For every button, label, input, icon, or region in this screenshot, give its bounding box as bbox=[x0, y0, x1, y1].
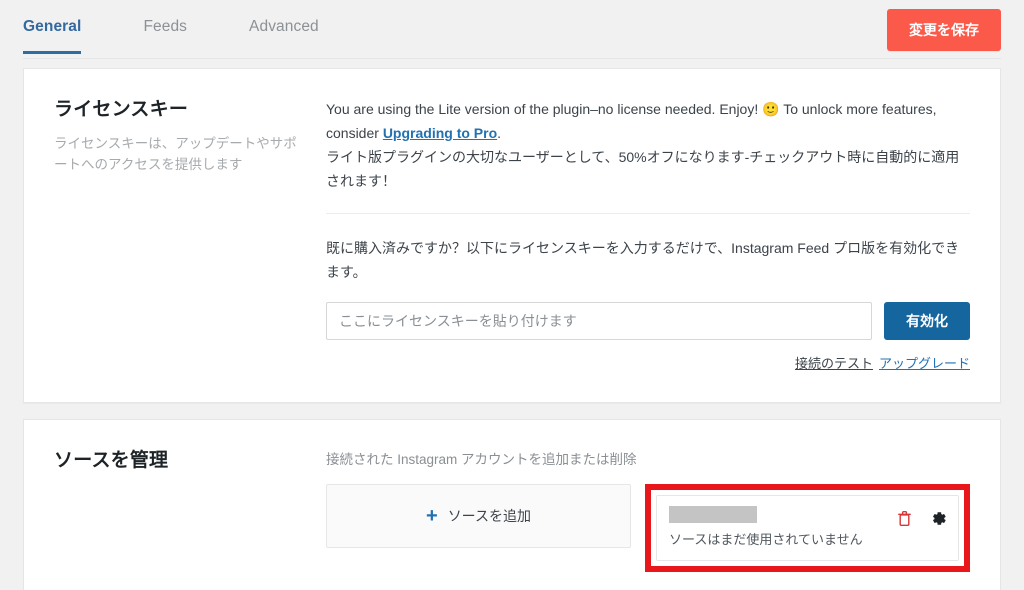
add-source-label: ソースを追加 bbox=[447, 508, 531, 525]
manage-sources-card: ソースを管理 接続された Instagram アカウントを追加または削除 + ソ… bbox=[23, 419, 1001, 590]
tab-general[interactable]: General bbox=[23, 18, 82, 54]
source-item[interactable]: ソースはまだ使用されていません bbox=[656, 495, 959, 562]
license-key-title: ライセンスキー bbox=[54, 99, 189, 120]
activate-license-button[interactable]: 有効化 bbox=[884, 302, 970, 341]
license-key-entry-row: 有効化 bbox=[326, 302, 970, 341]
source-name-redacted bbox=[669, 506, 757, 524]
tab-feeds[interactable]: Feeds bbox=[143, 18, 187, 51]
save-changes-button[interactable]: 変更を保存 bbox=[887, 9, 1001, 51]
source-status-label: ソースはまだ使用されていません bbox=[669, 532, 863, 548]
plus-icon: + bbox=[426, 505, 438, 528]
license-helper-links: 接続のテスト アップグレード bbox=[326, 353, 970, 372]
license-key-heading-column: ライセンスキー ライセンスキーは、アップデートやサポートへのアクセスを提供します bbox=[54, 97, 326, 372]
license-key-card: ライセンスキー ライセンスキーは、アップデートやサポートへのアクセスを提供します… bbox=[23, 68, 1001, 404]
license-lite-notice: You are using the Lite version of the pl… bbox=[326, 97, 970, 145]
settings-tabs: General Feeds Advanced bbox=[23, 18, 381, 54]
license-section-divider bbox=[326, 213, 970, 215]
sources-grid: + ソースを追加 ソースはまだ使用されていません bbox=[326, 484, 970, 573]
source-actions bbox=[897, 510, 947, 527]
smiley-face-icon: 🙂 bbox=[762, 101, 780, 117]
upgrade-link[interactable]: アップグレード bbox=[879, 356, 970, 371]
license-lite-notice-period: . bbox=[497, 125, 502, 142]
manage-sources-body: 接続された Instagram アカウントを追加または削除 + ソースを追加 ソ… bbox=[326, 448, 970, 573]
license-lite-notice-text-1: You are using the Lite version of the pl… bbox=[326, 101, 759, 117]
source-highlight-annotation: ソースはまだ使用されていません bbox=[645, 484, 970, 573]
add-source-button[interactable]: + ソースを追加 bbox=[326, 484, 631, 549]
trash-icon[interactable] bbox=[897, 510, 912, 527]
license-purchase-prompt: 既に購入済みですか？以下にライセンスキーを入力するだけで、Instagram F… bbox=[326, 240, 960, 281]
manage-sources-title: ソースを管理 bbox=[54, 450, 169, 472]
settings-content: ライセンスキー ライセンスキーは、アップデートやサポートへのアクセスを提供します… bbox=[0, 68, 1024, 590]
license-key-subtitle: ライセンスキーは、アップデートやサポートへのアクセスを提供します bbox=[54, 135, 297, 173]
gear-icon[interactable] bbox=[930, 510, 947, 527]
test-connection-link[interactable]: 接続のテスト bbox=[795, 356, 873, 371]
license-discount-notice: ライト版プラグインの大切なユーザーとして、50%オフになります-チェックアウト時… bbox=[326, 149, 960, 190]
license-key-input[interactable] bbox=[326, 302, 872, 341]
settings-topbar: General Feeds Advanced 変更を保存 bbox=[0, 0, 1024, 68]
tabs-divider bbox=[23, 58, 1001, 59]
manage-sources-heading-column: ソースを管理 bbox=[54, 448, 326, 572]
tab-advanced[interactable]: Advanced bbox=[249, 18, 319, 51]
manage-sources-description: 接続された Instagram アカウントを追加または削除 bbox=[326, 452, 637, 468]
upgrade-to-pro-link[interactable]: Upgrading to Pro bbox=[383, 125, 497, 141]
license-key-body: You are using the Lite version of the pl… bbox=[326, 97, 970, 372]
